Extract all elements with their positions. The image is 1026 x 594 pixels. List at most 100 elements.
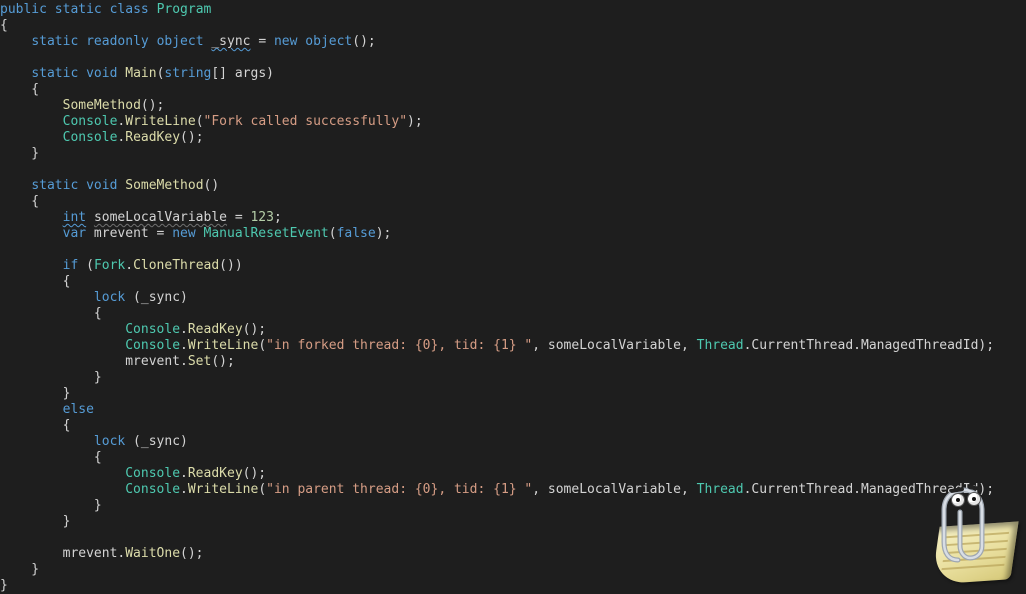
code-token: readonly xyxy=(86,34,149,49)
code-token: { xyxy=(0,18,8,33)
code-token xyxy=(0,34,31,49)
code-token: Console xyxy=(125,482,180,497)
code-line[interactable]: { xyxy=(0,450,102,465)
code-token: Set xyxy=(188,354,211,369)
code-token: . xyxy=(125,258,133,273)
code-line[interactable] xyxy=(0,50,8,65)
code-token: _sync xyxy=(211,34,250,49)
code-line[interactable]: lock (_sync) xyxy=(0,434,188,449)
code-token: Program xyxy=(157,2,212,17)
code-token: (); xyxy=(180,546,203,561)
eye-icon xyxy=(968,493,980,505)
code-token xyxy=(0,258,63,273)
code-token: Fork xyxy=(94,258,125,273)
code-line[interactable]: if (Fork.CloneThread()) xyxy=(0,258,243,273)
code-line[interactable]: mrevent.WaitOne(); xyxy=(0,546,204,561)
code-line[interactable]: } xyxy=(0,386,70,401)
code-token: ReadKey xyxy=(188,322,243,337)
code-line[interactable]: { xyxy=(0,418,70,433)
code-token: ( xyxy=(196,114,204,129)
code-token: { xyxy=(0,418,70,433)
code-token: SomeMethod xyxy=(125,178,203,193)
clippy-assistant[interactable] xyxy=(913,486,1018,586)
code-line[interactable]: Console.WriteLine("Fork called successfu… xyxy=(0,114,423,129)
code-line[interactable]: { xyxy=(0,274,70,289)
code-line[interactable]: lock (_sync) xyxy=(0,290,188,305)
code-token: (); xyxy=(243,322,266,337)
eye-icon xyxy=(952,494,964,506)
code-line[interactable]: var mrevent = new ManualResetEvent(false… xyxy=(0,226,391,241)
code-token: Thread xyxy=(697,482,744,497)
code-token: (); xyxy=(141,98,164,113)
code-line[interactable]: } xyxy=(0,146,39,161)
code-token: static xyxy=(55,2,102,17)
code-token: ); xyxy=(407,114,423,129)
code-token xyxy=(78,34,86,49)
code-token: if xyxy=(63,258,79,273)
code-token: ReadKey xyxy=(188,466,243,481)
code-token: (_sync) xyxy=(125,434,188,449)
code-line[interactable]: Console.ReadKey(); xyxy=(0,466,266,481)
code-line[interactable]: { xyxy=(0,306,102,321)
code-line[interactable] xyxy=(0,242,8,257)
code-line[interactable]: { xyxy=(0,82,39,97)
code-token: mrevent. xyxy=(0,546,125,561)
code-token: ( xyxy=(258,482,266,497)
code-line[interactable]: } xyxy=(0,562,39,577)
code-line[interactable]: Console.WriteLine("in forked thread: {0}… xyxy=(0,338,994,353)
code-token: { xyxy=(0,194,39,209)
code-line[interactable]: else xyxy=(0,402,94,417)
code-token xyxy=(0,210,63,225)
code-line[interactable]: Console.ReadKey(); xyxy=(0,130,204,145)
code-token: WriteLine xyxy=(125,114,195,129)
code-line[interactable]: public static class Program xyxy=(0,2,211,17)
code-token: "in forked thread: {0}, tid: {1} " xyxy=(266,338,532,353)
code-token xyxy=(0,338,125,353)
code-token: static xyxy=(31,66,78,81)
code-token: SomeMethod xyxy=(63,98,141,113)
code-line[interactable]: } xyxy=(0,370,102,385)
code-token: new xyxy=(274,34,297,49)
code-line[interactable]: static void Main(string[] args) xyxy=(0,66,274,81)
code-token: , someLocalVariable, xyxy=(532,338,696,353)
code-token: () xyxy=(204,178,220,193)
code-token: Console xyxy=(125,338,180,353)
code-token: ); xyxy=(376,226,392,241)
code-line[interactable]: static void SomeMethod() xyxy=(0,178,219,193)
code-token xyxy=(47,2,55,17)
code-line[interactable]: SomeMethod(); xyxy=(0,98,164,113)
code-token: lock xyxy=(94,434,125,449)
code-line[interactable]: } xyxy=(0,578,8,593)
code-token: = xyxy=(251,34,274,49)
code-token xyxy=(0,322,125,337)
code-line[interactable]: } xyxy=(0,514,70,529)
code-token xyxy=(0,98,63,113)
code-line[interactable] xyxy=(0,530,8,545)
code-token: "Fork called successfully" xyxy=(204,114,408,129)
code-token: WriteLine xyxy=(188,338,258,353)
code-line[interactable] xyxy=(0,162,8,177)
code-token: (); xyxy=(180,130,203,145)
code-token: string xyxy=(164,66,211,81)
code-token: else xyxy=(63,402,94,417)
code-token: ReadKey xyxy=(125,130,180,145)
code-line[interactable]: } xyxy=(0,498,102,513)
code-line[interactable]: { xyxy=(0,18,8,33)
code-token xyxy=(0,402,63,417)
code-token xyxy=(0,178,31,193)
code-token: Console xyxy=(63,130,118,145)
code-token: "in parent thread: {0}, tid: {1} " xyxy=(266,482,532,497)
code-line[interactable]: Console.ReadKey(); xyxy=(0,322,266,337)
code-token xyxy=(149,34,157,49)
code-line[interactable]: mrevent.Set(); xyxy=(0,354,235,369)
code-token: (_sync) xyxy=(125,290,188,305)
code-token: Console xyxy=(125,322,180,337)
code-line[interactable]: Console.WriteLine("in parent thread: {0}… xyxy=(0,482,994,497)
code-token xyxy=(0,66,31,81)
code-token: ManualResetEvent xyxy=(204,226,329,241)
code-line[interactable]: { xyxy=(0,194,39,209)
code-line[interactable]: int someLocalVariable = 123; xyxy=(0,210,282,225)
code-token xyxy=(0,466,125,481)
code-editor[interactable]: public static class Program { static rea… xyxy=(0,0,1026,594)
code-line[interactable]: static readonly object _sync = new objec… xyxy=(0,34,376,49)
